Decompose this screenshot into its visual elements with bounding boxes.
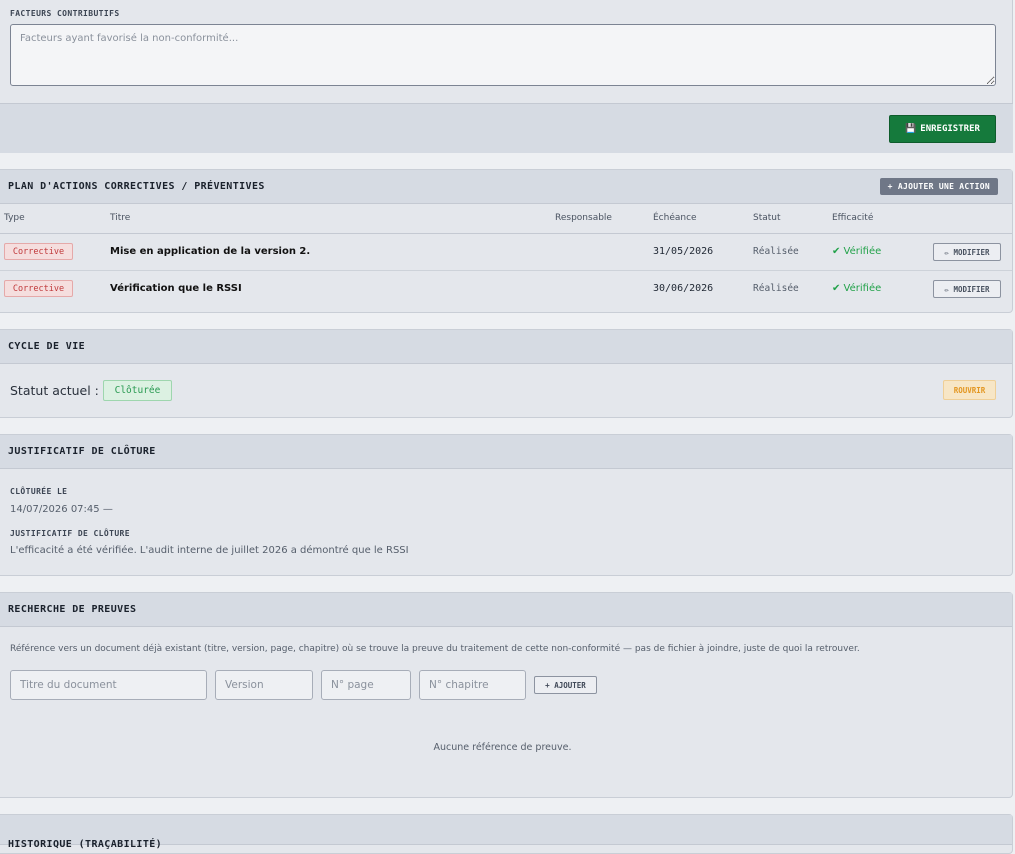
col-titre: Titre [110,213,131,223]
lifecycle-title: CYCLE DE VIE [8,341,86,352]
action-efficacy: ✔ Vérifiée [832,246,882,257]
save-icon: 💾 [905,124,917,134]
type-badge: Corrective [4,243,73,260]
action-title: Mise en application de la version 2. [110,246,311,257]
action-status: Réalisée [753,283,799,294]
action-status: Réalisée [753,246,799,257]
facteurs-textarea[interactable] [10,24,996,86]
action-efficacy: ✔ Vérifiée [832,283,882,294]
action-table-header: Type Titre Responsable Échéance Statut E… [0,204,1012,234]
facteurs-label: FACTEURS CONTRIBUTIFS [10,9,120,18]
add-action-button[interactable]: + AJOUTER UNE ACTION [879,178,998,195]
action-plan-title: PLAN D'ACTIONS CORRECTIVES / PRÉVENTIVES [8,181,265,192]
page-number-input[interactable] [321,670,411,700]
col-statut: Statut [753,213,781,223]
action-title: Vérification que le RSSI [110,283,242,294]
document-title-input[interactable] [10,670,207,700]
edit-action-button[interactable]: ✏ MODIFIER [933,243,1001,261]
evidence-header: RECHERCHE DE PREUVES [0,593,1012,627]
closure-header: JUSTIFICATIF DE CLÔTURE [0,435,1012,469]
edit-action-button[interactable]: ✏ MODIFIER [933,280,1001,298]
closed-on-label: CLÔTURÉE LE [10,487,68,496]
justification-text: L'efficacité a été vérifiée. L'audit int… [10,545,409,556]
evidence-title: RECHERCHE DE PREUVES [8,604,137,615]
table-row: Corrective Vérification que le RSSI 30/0… [0,271,1012,307]
action-due-date: 30/06/2026 [653,283,714,294]
status-badge: Clôturée [103,380,172,401]
facteurs-section: FACTEURS CONTRIBUTIFS 💾 ENREGISTRER [0,0,1013,153]
empty-evidence-message: Aucune référence de preuve. [433,742,572,753]
history-header: HISTORIQUE (TRAÇABILITÉ) [0,815,1012,850]
current-status-label: Statut actuel : [10,383,99,398]
closed-on-value: 14/07/2026 07:45 — [10,504,113,515]
evidence-description: Référence vers un document déjà existant… [10,644,860,654]
type-badge: Corrective [4,280,73,297]
action-plan-header: PLAN D'ACTIONS CORRECTIVES / PRÉVENTIVES… [0,170,1012,204]
action-due-date: 31/05/2026 [653,246,714,257]
evidence-panel: RECHERCHE DE PREUVES Référence vers un d… [0,592,1013,798]
table-row: Corrective Mise en application de la ver… [0,234,1012,271]
col-efficacite: Efficacité [832,213,874,223]
justification-label: JUSTIFICATIF DE CLÔTURE [10,529,130,538]
lifecycle-panel: CYCLE DE VIE Statut actuel : Clôturée RO… [0,329,1013,418]
col-responsable: Responsable [555,213,612,223]
reopen-button[interactable]: ROUVRIR [943,380,996,400]
closure-title: JUSTIFICATIF DE CLÔTURE [8,446,156,457]
save-button[interactable]: 💾 ENREGISTRER [889,115,996,143]
save-bar: 💾 ENREGISTRER [0,103,1013,153]
action-plan-panel: PLAN D'ACTIONS CORRECTIVES / PRÉVENTIVES… [0,169,1013,313]
history-title: HISTORIQUE (TRAÇABILITÉ) [8,839,163,850]
col-echeance: Échéance [653,213,697,223]
add-evidence-button[interactable]: + AJOUTER [534,676,597,694]
lifecycle-header: CYCLE DE VIE [0,330,1012,364]
save-button-label: ENREGISTRER [920,124,980,134]
closure-justification-panel: JUSTIFICATIF DE CLÔTURE CLÔTURÉE LE 14/0… [0,434,1013,576]
col-type: Type [4,213,25,223]
chapter-number-input[interactable] [419,670,526,700]
version-input[interactable] [215,670,313,700]
history-panel: HISTORIQUE (TRAÇABILITÉ) [0,814,1013,854]
